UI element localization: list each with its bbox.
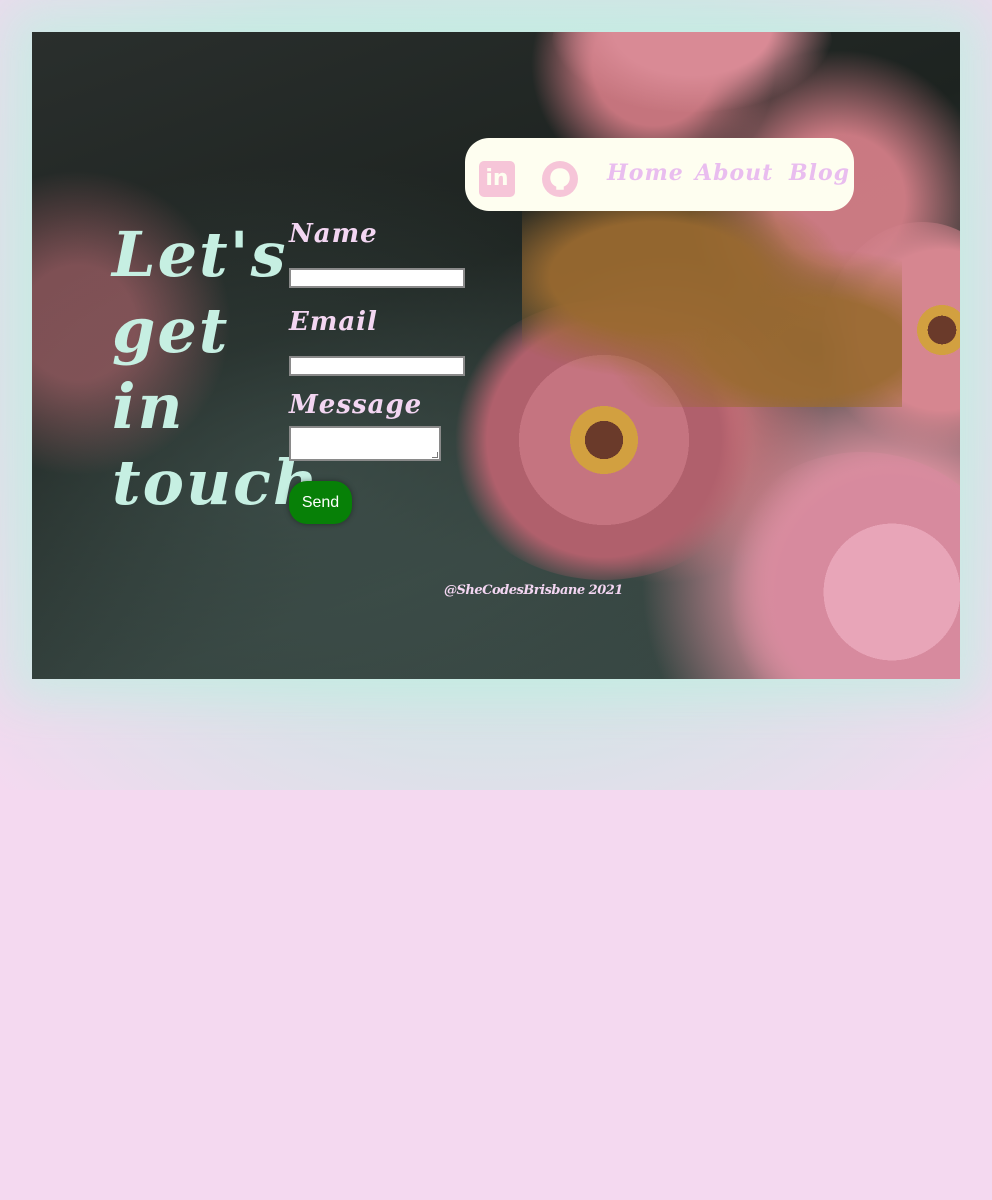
- title-line: Let's: [112, 218, 288, 291]
- email-label: Email: [289, 307, 378, 337]
- title-line: in: [112, 370, 185, 443]
- name-label: Name: [289, 219, 378, 249]
- message-field[interactable]: [289, 426, 441, 461]
- contact-form: Name Email Message Send: [289, 214, 489, 524]
- title-line: get: [112, 294, 230, 367]
- nav-link-blog[interactable]: Blog: [789, 160, 850, 186]
- butterfly-image: [522, 207, 902, 407]
- nav-bar: in Home About Blog: [465, 138, 854, 211]
- message-label: Message: [289, 390, 423, 420]
- title-line: touch: [112, 446, 320, 519]
- flower-image-top: [552, 32, 832, 112]
- hero-section: in Home About Blog Let's get in touch Na…: [32, 32, 960, 679]
- linkedin-icon[interactable]: in: [479, 161, 515, 197]
- github-icon[interactable]: [542, 161, 578, 197]
- page-title: Let's get in touch: [112, 217, 320, 521]
- nav-link-about[interactable]: About: [695, 160, 773, 186]
- send-button[interactable]: Send: [289, 481, 352, 524]
- nav-link-home[interactable]: Home: [607, 160, 684, 186]
- page: in Home About Blog Let's get in touch Na…: [0, 0, 992, 1200]
- email-field[interactable]: [289, 356, 465, 376]
- name-field[interactable]: [289, 268, 465, 288]
- footer-credit: @SheCodesBrisbane 2021: [444, 583, 623, 598]
